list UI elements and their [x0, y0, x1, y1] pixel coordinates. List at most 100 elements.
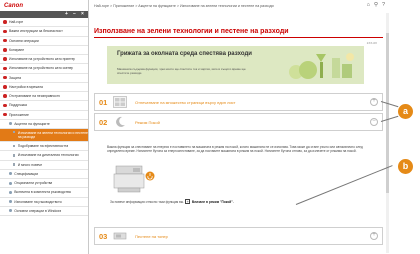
sidebar-item[interactable]: Използване на ръководството [0, 198, 88, 207]
sidebar-item-label: Използване на дигиталния технологии [17, 153, 79, 158]
bullet-icon [3, 75, 7, 80]
sidebar-item-label: Поддръжка [9, 103, 27, 108]
hero-banner: Грижата за околната среда спестява разхо… [107, 46, 364, 84]
callout-b: b [398, 159, 413, 174]
sidebar-item-label: Акценти на функциите [14, 121, 50, 126]
banner-title: Грижата за околната среда спестява разхо… [117, 51, 252, 57]
collapse-all-button[interactable]: − [72, 12, 77, 17]
home-icon[interactable]: ⌂ [367, 2, 370, 8]
bullet-icon [9, 122, 12, 126]
close-sidebar-button[interactable]: × [80, 12, 85, 17]
sidebar-item[interactable]: И много повече [0, 161, 88, 170]
bullet-icon [3, 38, 7, 43]
sidebar-item-label: Основни операции [9, 38, 39, 43]
expand-toggle-button[interactable]: + [370, 232, 378, 240]
bullet-icon [13, 154, 16, 157]
sidebar-item[interactable]: Защита [0, 74, 88, 83]
sidebar-item-label: Важни инструкции за безопасност [9, 29, 63, 34]
sidebar-item[interactable]: Използване на дигиталния технологии [0, 151, 88, 161]
bullet-icon [13, 131, 16, 134]
bullet-icon [3, 48, 7, 52]
sidebar-item-label: Използване на устройството като скенер [9, 66, 74, 71]
sidebar-item[interactable]: Копиране [0, 46, 88, 55]
multi-page-icon [113, 96, 127, 108]
sidebar-item-selected[interactable]: Използване на зелени технологии и пестен… [0, 129, 88, 142]
sidebar-item[interactable]: Спецификации [0, 170, 88, 179]
energy-saver-icon [145, 171, 155, 181]
page-title: Използване на зелени технологии и пестен… [94, 28, 289, 35]
sidebar-nav: Най-горе Важни инструкции за безопасност О… [0, 18, 88, 216]
sleep-mode-description: Важна функция за спестяване на енергия е… [107, 145, 363, 154]
sidebar-item-label: Подобряване на ефективността [17, 144, 69, 149]
bullet-icon [9, 172, 12, 176]
sidebar-item-label: Използване на устройството като принтер [9, 57, 76, 62]
sidebar-item-label: Включена в комплекта ръководства [14, 190, 71, 195]
bullet-icon [13, 163, 16, 166]
section-title: Отпечатване на множество страници върху … [135, 99, 236, 105]
expand-all-button[interactable]: + [64, 12, 69, 17]
section-number: 02 [99, 118, 108, 127]
sidebar-item-label: Приложение [9, 112, 29, 117]
breadcrumb[interactable]: Най-горе > Приложение > Акценти на функц… [94, 4, 334, 8]
bullet-icon [3, 57, 7, 61]
sleep-moon-icon [116, 116, 125, 127]
section-number: 01 [99, 98, 108, 107]
sidebar-item-label: Опционални устройства [14, 181, 53, 186]
bullet-icon [3, 103, 7, 108]
section-02[interactable]: 02 Режим Покой − [94, 113, 383, 131]
callout-a: a [398, 104, 413, 119]
sidebar-item-label: Защита [9, 75, 22, 80]
search-icon[interactable]: ⚲ [374, 2, 378, 8]
sidebar-item[interactable]: Основни операции в Windows [0, 207, 88, 216]
main-content: Най-горе > Приложение > Акценти на функц… [89, 0, 389, 254]
sidebar-item-label: Използване на ръководството [14, 199, 62, 204]
title-divider [94, 37, 383, 38]
document-date: 1ХХ-0X [366, 41, 377, 45]
bullet-icon [3, 85, 7, 89]
bullet-icon [9, 181, 12, 185]
sidebar-item[interactable]: Важни инструкции за безопасност [0, 27, 88, 37]
sidebar-item[interactable]: Опционални устройства [0, 179, 88, 189]
sidebar-item[interactable]: Настройки в мрежата [0, 83, 88, 92]
sidebar-item[interactable]: Основни операции [0, 37, 88, 46]
brand-logo[interactable]: Canon [0, 0, 88, 11]
sidebar-item[interactable]: Отстраняване на неизправности [0, 92, 88, 102]
printer-illustration [113, 165, 145, 193]
scroll-thumb[interactable] [386, 33, 389, 193]
more-info-prefix: За повече информация относно тази функци… [110, 199, 184, 204]
sidebar-item-label: Спецификации [14, 171, 39, 176]
eco-illustration [289, 53, 354, 79]
collapse-toggle-button[interactable]: − [370, 118, 378, 126]
sidebar-item[interactable]: Използване на устройството като скенер [0, 64, 88, 74]
sidebar-item[interactable]: Най-горе [0, 18, 88, 28]
bullet-icon [3, 20, 7, 24]
bullet-icon [3, 94, 7, 98]
top-toolbar: ⌂ ⚲ ? [367, 2, 385, 8]
sidebar: Canon + − × Най-горе Важни инструкции за … [0, 0, 89, 254]
help-icon[interactable]: ? [382, 2, 385, 8]
section-title: Режим Покой [135, 119, 160, 125]
sidebar-item[interactable]: Подобряване на ефективността [0, 142, 88, 152]
sidebar-item[interactable]: Акценти на функциите [0, 120, 88, 129]
sidebar-item-label: Използване на зелени технологии и пестен… [17, 130, 88, 139]
expand-inline-button[interactable]: + [185, 199, 191, 204]
sidebar-item-label: Най-горе [9, 20, 24, 25]
sidebar-item[interactable]: Използване на устройството като принтер [0, 55, 88, 65]
bullet-icon [9, 200, 12, 204]
section-01[interactable]: 01 Отпечатване на множество страници вър… [94, 93, 383, 111]
bullet-icon [3, 29, 7, 34]
sleep-mode-link[interactable]: Влизане в режим "Покой". [192, 200, 234, 204]
section-03[interactable]: 03 Пестене на тонер + [94, 227, 383, 245]
sidebar-item[interactable]: Поддръжка [0, 101, 88, 111]
section-number: 03 [99, 232, 108, 241]
scrollbar[interactable] [386, 13, 389, 253]
expand-toggle-button[interactable]: + [370, 98, 378, 106]
section-title: Пестене на тонер [135, 233, 168, 239]
bullet-icon [9, 190, 12, 194]
sidebar-item-label: Настройки в мрежата [9, 84, 43, 89]
sidebar-item-label: Копиране [9, 47, 25, 52]
sidebar-toolbar: + − × [0, 11, 88, 18]
sidebar-item[interactable]: Включена в комплекта ръководства [0, 188, 88, 198]
sidebar-item[interactable]: Приложение [0, 111, 88, 120]
banner-text: Машината съдържа функции, чрез които ще … [117, 67, 246, 75]
